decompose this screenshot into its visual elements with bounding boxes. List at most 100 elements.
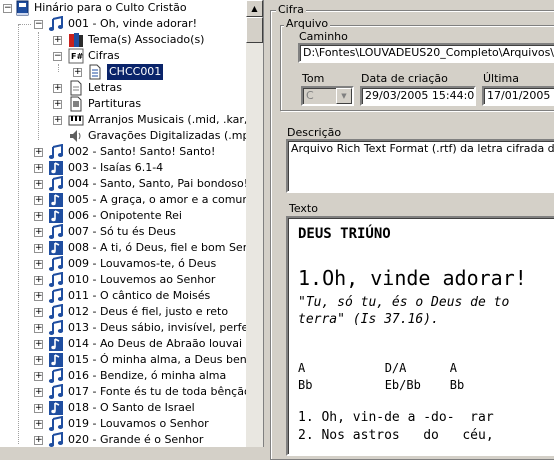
- lyrics-title: DEUS TRIÚNO: [298, 226, 391, 242]
- sheet-music-icon: [70, 96, 82, 112]
- expand-icon[interactable]: +: [53, 84, 62, 93]
- caminho-field[interactable]: D:\Fontes\LOUVADEUS20_Completo\Arquivos\…: [298, 43, 554, 63]
- hymn-tree[interactable]: − Hinário para o Culto Cristão − 001 - O…: [0, 0, 264, 447]
- tree-item-hymn[interactable]: +003 - Isaías 6.1-4: [0, 160, 246, 176]
- music-note-box-icon: [49, 209, 63, 223]
- lyrics-verse: 2. Nos astros do céu,: [298, 428, 494, 443]
- expand-icon[interactable]: +: [34, 212, 43, 221]
- dropdown-arrow-icon[interactable]: ▼: [336, 88, 352, 104]
- tree-item-hymn[interactable]: +015 - Ó minha alma, a Deus bendize: [0, 352, 263, 368]
- tree-item-hymn[interactable]: +017 - Fonte és tu de toda bênção: [0, 384, 251, 400]
- tree-item-hymn[interactable]: +006 - Onipotente Rei: [0, 208, 246, 224]
- expand-icon[interactable]: +: [34, 180, 43, 189]
- tree-item-hymn[interactable]: +014 - Ao Deus de Abraão louvai: [0, 336, 246, 352]
- expand-icon[interactable]: +: [73, 68, 82, 77]
- expand-icon[interactable]: +: [34, 436, 43, 445]
- music-note-icon: [48, 256, 64, 271]
- tree-item-hymn[interactable]: +020 - Grande é o Senhor: [0, 432, 246, 447]
- tree-item-letras[interactable]: + Letras: [0, 80, 246, 96]
- collapse-icon[interactable]: −: [3, 4, 12, 13]
- descricao-label: Descrição: [287, 126, 342, 139]
- tree-item-hymn[interactable]: +018 - O Santo de Israel: [0, 400, 246, 416]
- tree-item-hymn[interactable]: +007 - Só tu és Deus: [0, 224, 246, 240]
- tree-label: Gravações Digitalizadas (.mp3, .w: [88, 129, 264, 142]
- scroll-up-button[interactable]: ▲: [246, 0, 263, 17]
- books-icon: [69, 33, 83, 47]
- tree-label: 009 - Louvamos-te, ó Deus: [68, 257, 217, 270]
- tree-item-gravacoes[interactable]: Gravações Digitalizadas (.mp3, .w: [0, 128, 263, 144]
- tree-label-selected: CHCC001: [105, 63, 165, 81]
- expand-icon[interactable]: +: [34, 244, 43, 253]
- music-note-box-icon: [49, 241, 63, 255]
- tree-item-hymn[interactable]: +012 - Deus é fiel, justo e reto: [0, 304, 246, 320]
- expand-icon[interactable]: +: [34, 260, 43, 269]
- descricao-text: Arquivo Rich Text Format (.rtf) da letra…: [291, 142, 554, 155]
- tree-item-hymn[interactable]: +008 - A ti, ó Deus, fiel e bom Senhor: [0, 240, 263, 256]
- tree-label: 005 - A graça, o amor e a comunhão: [68, 193, 264, 206]
- expand-icon[interactable]: +: [34, 276, 43, 285]
- tree-label: 013 - Deus sábio, invisível, perfeito, i: [68, 321, 264, 334]
- tree-item-partituras[interactable]: + Partituras: [0, 96, 246, 112]
- tree-label: 016 - Bendize, ó minha alma: [68, 369, 227, 382]
- tree-label: Arranjos Musicais (.mid, .kar, wrk: [88, 113, 264, 126]
- music-note-icon: [48, 368, 64, 383]
- tree-item-hymn[interactable]: +004 - Santo, Santo, Pai bondoso!: [0, 176, 248, 192]
- expand-icon[interactable]: +: [34, 196, 43, 205]
- lyrics-chords: A D/A A: [298, 361, 457, 375]
- tree-item-hymn[interactable]: +009 - Louvamos-te, ó Deus: [0, 256, 246, 272]
- tree-label: 020 - Grande é o Senhor: [68, 433, 204, 446]
- scroll-thumb[interactable]: [246, 17, 263, 43]
- tree-item-hymn[interactable]: +011 - O cântico de Moisés: [0, 288, 246, 304]
- tree-label: 014 - Ao Deus de Abraão louvai: [68, 337, 243, 350]
- lyrics-verse: 1. Oh, vin-de a -do- rar: [298, 410, 494, 425]
- texto-label: Texto: [289, 202, 318, 215]
- tree-item-root[interactable]: − Hinário para o Culto Cristão: [0, 0, 246, 16]
- data-criacao-field[interactable]: 29/03/2005 15:44:02: [360, 86, 476, 106]
- texto-memo[interactable]: DEUS TRIÚNO 1.Oh, vinde adorar! "Tu, só …: [286, 216, 554, 456]
- expand-icon[interactable]: +: [34, 388, 43, 397]
- collapse-icon[interactable]: −: [34, 20, 43, 29]
- expand-icon[interactable]: +: [53, 116, 62, 125]
- tree-item-chcc001[interactable]: + CHCC001: [0, 63, 246, 81]
- tree-scrollbar[interactable]: ▲: [246, 0, 263, 447]
- tree-item-hymn[interactable]: +016 - Bendize, ó minha alma: [0, 368, 246, 384]
- tree-item-hymn[interactable]: +019 - Louvamos o Senhor: [0, 416, 246, 432]
- book-icon: [16, 0, 29, 16]
- expand-icon[interactable]: +: [53, 36, 62, 45]
- expand-icon[interactable]: +: [34, 324, 43, 333]
- tree-item-arranjos[interactable]: + Arranjos Musicais (.mid, .kar, wrk: [0, 112, 263, 128]
- tree-label: Hinário para o Culto Cristão: [34, 1, 187, 14]
- tree-item-hymn[interactable]: +002 - Santo! Santo! Santo!: [0, 144, 246, 160]
- tree-item-hymn[interactable]: +013 - Deus sábio, invisível, perfeito, …: [0, 320, 263, 336]
- descricao-memo[interactable]: Arquivo Rich Text Format (.rtf) da letra…: [286, 139, 554, 193]
- tree-item-temas[interactable]: + Tema(s) Associado(s): [0, 32, 246, 48]
- expand-icon[interactable]: +: [34, 292, 43, 301]
- expand-icon[interactable]: +: [34, 164, 43, 173]
- svg-text:F#: F#: [71, 52, 83, 61]
- music-note-icon: [48, 176, 64, 191]
- tree-item-hymn[interactable]: +005 - A graça, o amor e a comunhão: [0, 192, 263, 208]
- tree-item-hymn-001[interactable]: − 001 - Oh, vinde adorar!: [0, 16, 246, 32]
- music-note-icon: [48, 272, 64, 287]
- expand-icon[interactable]: +: [34, 308, 43, 317]
- expand-icon[interactable]: +: [34, 228, 43, 237]
- keyboard-icon: [68, 115, 84, 126]
- expand-icon[interactable]: +: [34, 404, 43, 413]
- caminho-label: Caminho: [299, 30, 348, 43]
- tree-item-cifras[interactable]: − F# Cifras: [0, 48, 246, 64]
- music-note-icon: [48, 432, 64, 447]
- expand-icon[interactable]: +: [34, 356, 43, 365]
- expand-icon[interactable]: +: [34, 148, 43, 157]
- expand-icon[interactable]: +: [34, 340, 43, 349]
- tom-label: Tom: [302, 72, 325, 85]
- expand-icon[interactable]: +: [53, 100, 62, 109]
- collapse-icon[interactable]: −: [53, 52, 62, 61]
- expand-icon[interactable]: +: [34, 420, 43, 429]
- expand-icon[interactable]: +: [34, 372, 43, 381]
- tree-label: 018 - O Santo de Israel: [68, 401, 195, 414]
- tree-label: 002 - Santo! Santo! Santo!: [68, 145, 216, 158]
- ultima-atualizacao-field[interactable]: 17/01/2005 1: [482, 86, 554, 106]
- music-note-box-icon: [49, 401, 63, 415]
- music-note-icon: [48, 16, 64, 31]
- tree-item-hymn[interactable]: +010 - Louvemos ao Senhor: [0, 272, 246, 288]
